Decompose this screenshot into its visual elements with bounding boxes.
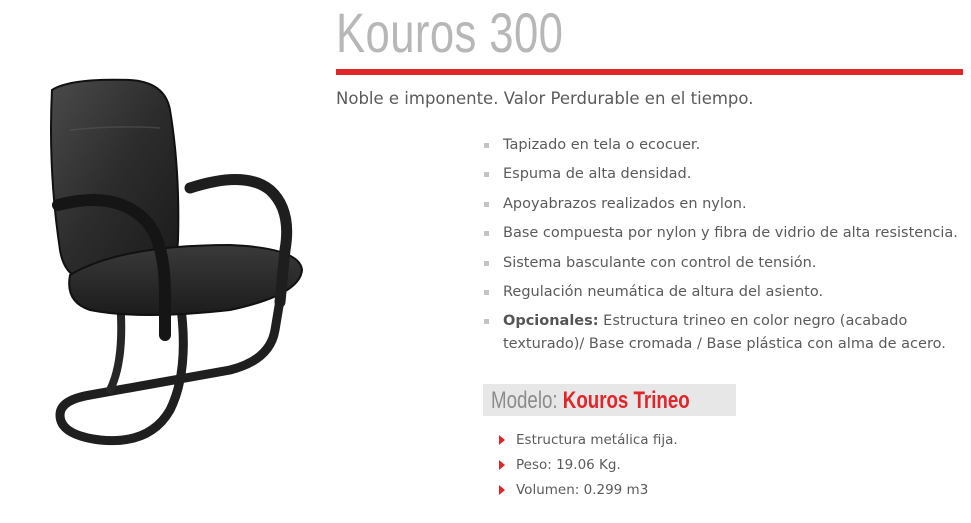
- square-bullet-icon: [484, 231, 489, 237]
- square-bullet-icon: [484, 172, 489, 178]
- feature-list: Tapizado en tela o ecocuer. Espuma de al…: [480, 134, 960, 363]
- spec-list: Estructura metálica fija. Peso: 19.06 Kg…: [497, 430, 678, 505]
- arrow-right-icon: [499, 435, 505, 445]
- arrow-right-icon: [499, 460, 505, 470]
- spec-item: Volumen: 0.299 m3: [497, 480, 678, 500]
- product-image: [50, 78, 304, 446]
- model-label: Modelo:: [491, 387, 558, 414]
- feature-item: Tapizado en tela o ecocuer.: [480, 134, 960, 157]
- spec-item: Peso: 19.06 Kg.: [497, 455, 678, 475]
- model-header: Modelo: Kouros Trineo: [483, 384, 736, 416]
- optional-label: Opcionales:: [503, 313, 599, 330]
- feature-item: Base compuesta por nylon y fibra de vidr…: [480, 222, 960, 245]
- feature-item: Regulación neumática de altura del asien…: [480, 281, 960, 304]
- arrow-right-icon: [499, 485, 505, 495]
- spec-item: Estructura metálica fija.: [497, 430, 678, 450]
- square-bullet-icon: [484, 201, 489, 207]
- feature-item-optional: Opcionales: Estructura trineo en color n…: [480, 310, 960, 356]
- feature-item: Sistema basculante con control de tensió…: [480, 252, 960, 275]
- title-divider: [336, 69, 963, 75]
- model-name: Kouros Trineo: [562, 387, 690, 414]
- product-title: Kouros 300: [336, 1, 564, 64]
- square-bullet-icon: [484, 319, 489, 325]
- square-bullet-icon: [484, 260, 489, 266]
- square-bullet-icon: [484, 289, 489, 295]
- square-bullet-icon: [484, 143, 489, 148]
- feature-item: Espuma de alta densidad.: [480, 163, 960, 186]
- feature-item: Apoyabrazos realizados en nylon.: [480, 193, 960, 216]
- product-tagline: Noble e imponente. Valor Perdurable en e…: [336, 89, 754, 108]
